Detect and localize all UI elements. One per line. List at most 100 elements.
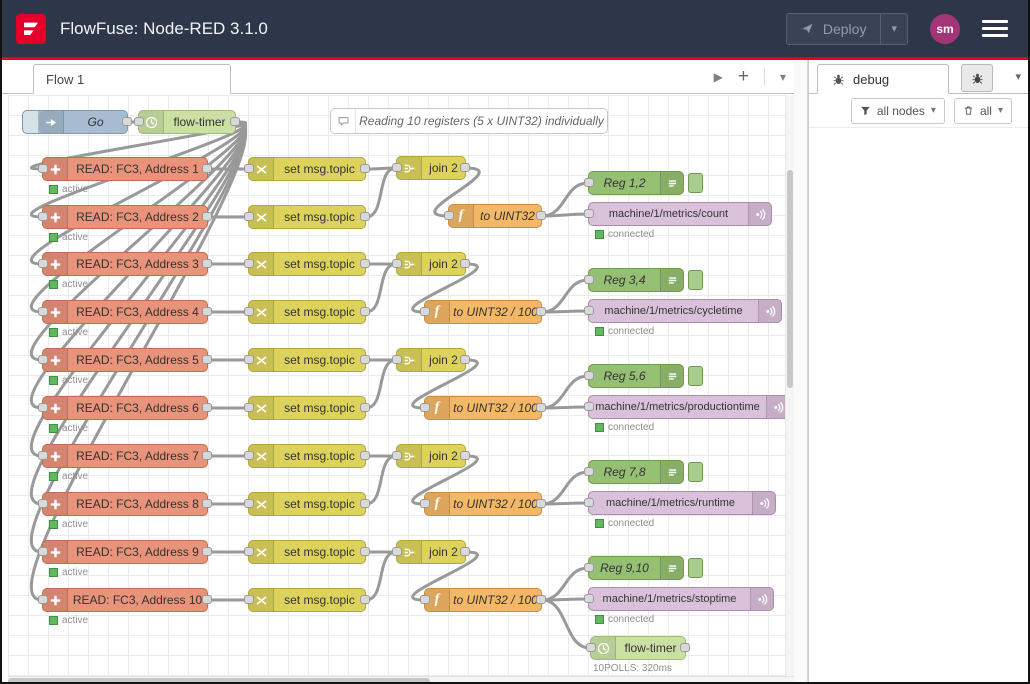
change-node-7[interactable]: set msg.topic [248, 444, 366, 468]
debug-node-5[interactable]: Reg 9,10 [588, 556, 684, 580]
function-node-5[interactable]: fto UINT32 / 100 [424, 588, 542, 612]
output-port[interactable] [536, 307, 546, 316]
run-flows-icon[interactable]: ▶ [714, 70, 723, 84]
input-port[interactable] [134, 117, 144, 126]
input-port[interactable] [584, 498, 594, 507]
output-port[interactable] [202, 212, 212, 221]
read-node-5[interactable]: READ: FC3, Address 5active [42, 348, 208, 372]
deploy-options-button[interactable]: ▾ [880, 14, 907, 44]
user-avatar[interactable]: sm [930, 14, 960, 44]
change-node-5[interactable]: set msg.topic [248, 348, 366, 372]
input-port[interactable] [392, 355, 402, 364]
change-node-3[interactable]: set msg.topic [248, 252, 366, 276]
read-node-6[interactable]: READ: FC3, Address 6active [42, 396, 208, 420]
input-port[interactable] [584, 306, 594, 315]
join-node-5[interactable]: join 2 [396, 540, 466, 564]
change-node-1[interactable]: set msg.topic [248, 157, 366, 181]
debug-node-3[interactable]: Reg 5,6 [588, 364, 684, 388]
flow-timer-node-bottom[interactable]: flow-timer 10POLLS: 320ms [590, 636, 686, 660]
input-port[interactable] [38, 499, 48, 508]
debug-toggle-button[interactable] [688, 173, 703, 193]
input-port[interactable] [584, 402, 594, 411]
output-port[interactable] [536, 403, 546, 412]
input-port[interactable] [584, 275, 594, 284]
inject-button[interactable] [23, 111, 39, 133]
function-node-3[interactable]: fto UINT32 / 100 [424, 396, 542, 420]
input-port[interactable] [38, 547, 48, 556]
flow-canvas[interactable]: Reading 10 registers (5 x UINT32) indivi… [8, 95, 794, 676]
input-port[interactable] [420, 307, 430, 316]
output-port[interactable] [536, 211, 546, 220]
debug-node-2[interactable]: Reg 3,4 [588, 268, 684, 292]
output-port[interactable] [360, 212, 370, 221]
output-port[interactable] [360, 451, 370, 460]
tab-debug[interactable]: debug [817, 64, 949, 94]
output-port[interactable] [460, 163, 470, 172]
debug-filter-dropdown[interactable]: all nodes ▾ [851, 98, 945, 124]
input-port[interactable] [584, 209, 594, 218]
output-port[interactable] [202, 595, 212, 604]
output-port[interactable] [536, 595, 546, 604]
debug-toggle-button[interactable] [688, 558, 703, 578]
canvas-horizontal-scrollbar[interactable] [8, 676, 794, 682]
read-node-8[interactable]: READ: FC3, Address 8active [42, 492, 208, 516]
output-port[interactable] [460, 355, 470, 364]
input-port[interactable] [392, 163, 402, 172]
output-port[interactable] [360, 355, 370, 364]
mqtt-out-node-4[interactable]: machine/1/metrics/runtimeconnected [588, 491, 776, 515]
input-port[interactable] [38, 212, 48, 221]
comment-node[interactable]: Reading 10 registers (5 x UINT32) indivi… [330, 108, 608, 134]
output-port[interactable] [360, 499, 370, 508]
output-port[interactable] [460, 547, 470, 556]
input-port[interactable] [420, 403, 430, 412]
join-node-1[interactable]: join 2 [396, 156, 466, 180]
mqtt-out-node-5[interactable]: machine/1/metrics/stoptimeconnected [588, 587, 774, 611]
input-port[interactable] [392, 451, 402, 460]
read-node-7[interactable]: READ: FC3, Address 7active [42, 444, 208, 468]
input-port[interactable] [38, 451, 48, 460]
input-port[interactable] [584, 563, 594, 572]
input-port[interactable] [244, 212, 254, 221]
change-node-8[interactable]: set msg.topic [248, 492, 366, 516]
add-flow-button[interactable]: + [738, 67, 749, 86]
read-node-9[interactable]: READ: FC3, Address 9active [42, 540, 208, 564]
change-node-4[interactable]: set msg.topic [248, 300, 366, 324]
input-port[interactable] [244, 164, 254, 173]
input-port[interactable] [244, 547, 254, 556]
input-port[interactable] [244, 451, 254, 460]
output-port[interactable] [360, 259, 370, 268]
deploy-button[interactable]: Deploy ▾ [786, 13, 908, 45]
output-port[interactable] [360, 164, 370, 173]
input-port[interactable] [584, 594, 594, 603]
debug-node-1[interactable]: Reg 1,2 [588, 171, 684, 195]
read-node-3[interactable]: READ: FC3, Address 3active [42, 252, 208, 276]
debug-toggle-button[interactable] [688, 270, 703, 290]
change-node-2[interactable]: set msg.topic [248, 205, 366, 229]
scrollbar-thumb[interactable] [787, 170, 793, 388]
output-port[interactable] [202, 307, 212, 316]
output-port[interactable] [360, 403, 370, 412]
input-port[interactable] [38, 403, 48, 412]
input-port[interactable] [584, 467, 594, 476]
flow-list-caret-icon[interactable]: ▾ [780, 70, 786, 84]
input-port[interactable] [444, 211, 454, 220]
input-port[interactable] [420, 595, 430, 604]
debug-toggle-button[interactable] [688, 366, 703, 386]
tab-flow-1[interactable]: Flow 1 [33, 64, 231, 94]
input-port[interactable] [584, 178, 594, 187]
output-port[interactable] [360, 547, 370, 556]
debug-clear-dropdown[interactable]: all ▾ [954, 98, 1012, 124]
sidebar-menu-caret-icon[interactable]: ▾ [1015, 70, 1021, 83]
canvas-vertical-scrollbar[interactable] [785, 95, 794, 676]
input-port[interactable] [38, 164, 48, 173]
function-node-1[interactable]: fto UINT32 [448, 204, 542, 228]
mqtt-out-node-2[interactable]: machine/1/metrics/cycletimeconnected [588, 299, 782, 323]
input-port[interactable] [420, 499, 430, 508]
sidebar-resize-gutter[interactable] [794, 60, 808, 682]
output-port[interactable] [202, 164, 212, 173]
output-port[interactable] [202, 355, 212, 364]
output-port[interactable] [460, 451, 470, 460]
output-port[interactable] [680, 643, 690, 652]
join-node-3[interactable]: join 2 [396, 348, 466, 372]
input-port[interactable] [392, 547, 402, 556]
